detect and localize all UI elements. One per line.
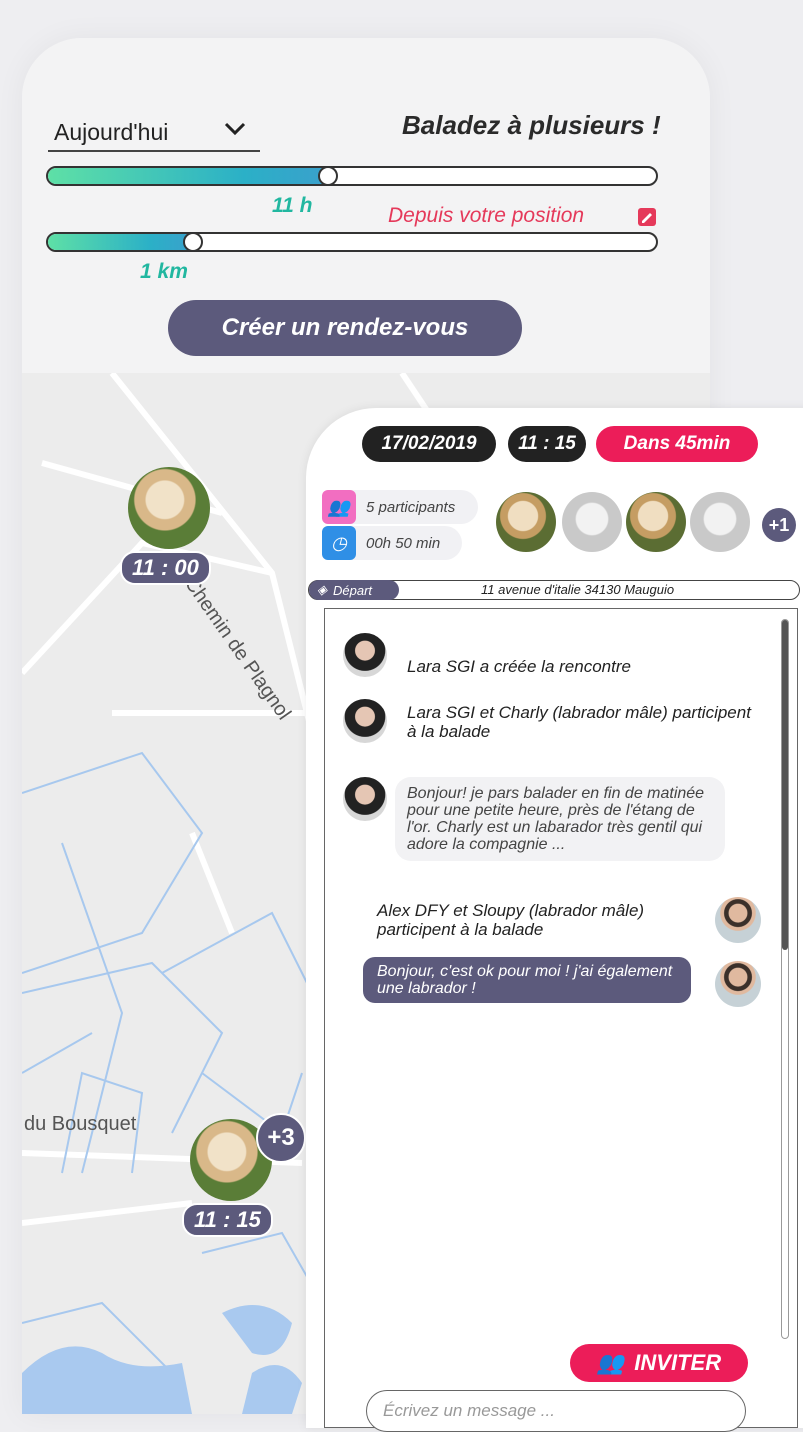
user-avatar	[343, 633, 387, 677]
time-slider-handle[interactable]	[317, 166, 338, 186]
time-value: 11 h	[272, 194, 313, 217]
more-participants-badge[interactable]: +1	[762, 508, 796, 542]
incoming-message: Bonjour! je pars balader en fin de matin…	[395, 777, 725, 861]
dog-pin-avatar[interactable]	[128, 467, 210, 549]
distance-value: 1 km	[140, 260, 188, 283]
participant-avatar[interactable]	[496, 492, 556, 552]
street-label: du Bousquet	[24, 1113, 137, 1135]
departure-label: Départ	[333, 582, 373, 598]
position-link[interactable]: Depuis votre position	[388, 204, 584, 228]
chevron-down-icon	[224, 122, 246, 136]
day-select-value: Aujourd'hui	[54, 118, 169, 145]
users-icon: 👥	[596, 1350, 625, 1375]
distance-slider-handle[interactable]	[182, 232, 203, 252]
distance-slider-fill	[48, 234, 194, 250]
scrollbar-thumb[interactable]	[782, 620, 788, 950]
user-avatar	[343, 777, 387, 821]
time-slider-fill	[48, 168, 328, 184]
time-slider[interactable]	[46, 166, 658, 186]
chat-scrollbar[interactable]	[781, 619, 789, 1339]
location-icon: ◈	[317, 582, 327, 597]
participants-count: 👥 5 participants	[322, 490, 478, 524]
user-avatar	[715, 897, 761, 943]
participants-icon: 👥	[322, 490, 356, 524]
participants-label: 5 participants	[366, 498, 456, 516]
day-select[interactable]: Aujourd'hui	[48, 114, 260, 152]
event-card: 17/02/2019 11 : 15 Dans 45min 👥 5 partic…	[306, 408, 803, 1432]
edit-icon[interactable]	[638, 208, 656, 226]
chat-panel: Lara SGI a créée la rencontre Lara SGI e…	[324, 608, 798, 1428]
invite-button[interactable]: 👥 INVITER	[570, 1344, 748, 1382]
pin-time-badge[interactable]: 11 : 00	[120, 551, 211, 585]
participant-avatar[interactable]	[690, 492, 750, 552]
event-time: 11 : 15	[508, 426, 586, 462]
distance-slider[interactable]	[46, 232, 658, 252]
departure-address: 11 avenue d'italie 34130 Mauguio	[481, 582, 675, 597]
user-avatar	[715, 961, 761, 1007]
system-message: Lara SGI a créée la rencontre	[407, 657, 631, 676]
clock-icon: ◷	[322, 526, 356, 560]
departure-tag: ◈ Départ	[309, 580, 399, 600]
create-meeting-button[interactable]: Créer un rendez-vous	[168, 300, 522, 356]
pin-time-badge[interactable]: 11 : 15	[182, 1203, 273, 1237]
pin-extra-badge[interactable]: +3	[256, 1113, 306, 1163]
invite-label: INVITER	[634, 1350, 722, 1375]
event-countdown: Dans 45min	[596, 426, 758, 462]
message-input[interactable]: Écrivez un message ...	[366, 1390, 746, 1432]
headline: Baladez à plusieurs !	[402, 110, 661, 140]
duration-label: 00h 50 min	[366, 534, 441, 552]
departure-row: ◈ Départ 11 avenue d'italie 34130 Maugui…	[308, 580, 800, 600]
event-date: 17/02/2019	[362, 426, 496, 462]
user-avatar	[343, 699, 387, 743]
outgoing-message: Bonjour, c'est ok pour moi ! j'ai égalem…	[363, 957, 691, 1003]
duration: ◷ 00h 50 min	[322, 526, 462, 560]
participant-avatar[interactable]	[562, 492, 622, 552]
filter-panel: Aujourd'hui Baladez à plusieurs ! 11 h D…	[22, 38, 710, 373]
system-message: Alex DFY et Sloupy (labrador mâle) parti…	[377, 901, 645, 939]
system-message: Lara SGI et Charly (labrador mâle) parti…	[407, 703, 751, 741]
participant-avatar[interactable]	[626, 492, 686, 552]
